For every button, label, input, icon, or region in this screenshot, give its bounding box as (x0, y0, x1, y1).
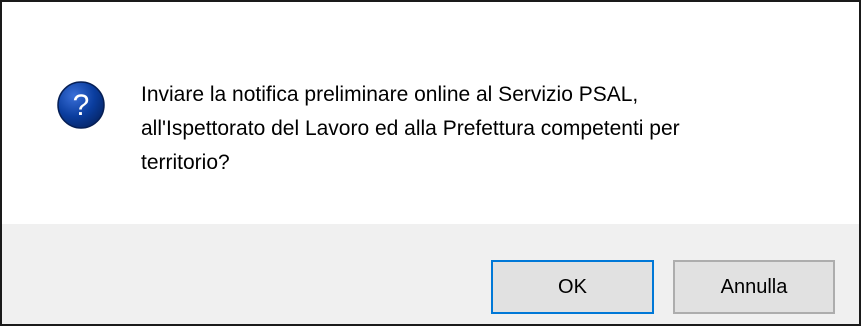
dialog-content: ? Inviare la notifica preliminare online… (2, 2, 859, 224)
cancel-button[interactable]: Annulla (673, 260, 835, 314)
question-icon: ? (57, 81, 105, 129)
message-line: Inviare la notifica preliminare online a… (141, 83, 639, 106)
confirmation-dialog: ? Inviare la notifica preliminare online… (0, 0, 861, 326)
message-line: all'Ispettorato del Lavoro ed alla Prefe… (141, 117, 680, 140)
svg-text:?: ? (73, 89, 90, 122)
dialog-message: Inviare la notifica preliminare online a… (141, 78, 821, 180)
dialog-footer: OK Annulla (2, 224, 859, 324)
message-line: territorio? (141, 151, 230, 174)
ok-button[interactable]: OK (491, 260, 654, 314)
